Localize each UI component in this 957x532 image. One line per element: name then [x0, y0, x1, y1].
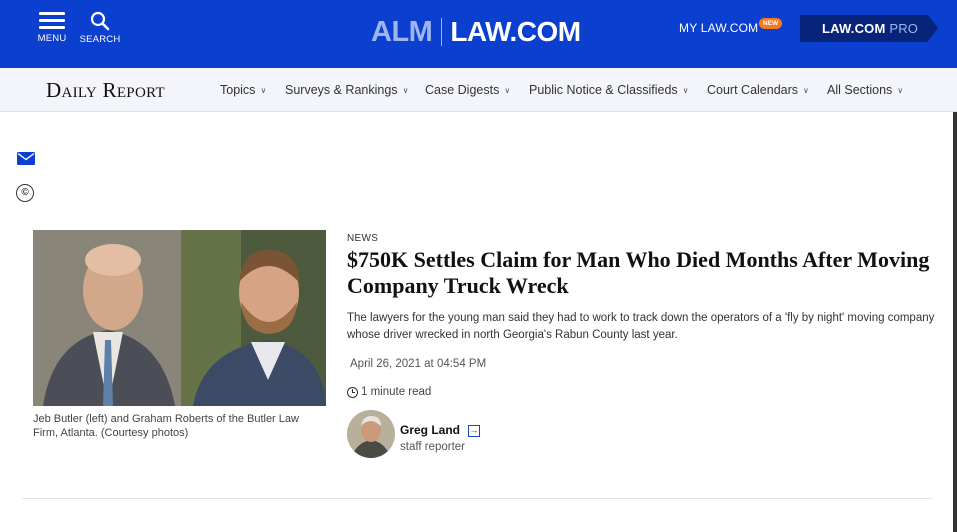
author-avatar[interactable] — [347, 410, 395, 458]
divider — [22, 498, 932, 499]
logo-separator — [441, 18, 443, 46]
nav-surveys-rankings[interactable]: Surveys & Rankings ∨ — [285, 83, 408, 97]
menu-button[interactable]: MENU — [36, 11, 68, 44]
chevron-down-icon: ∨ — [897, 86, 904, 95]
author-name[interactable]: Greg Land — [400, 423, 460, 437]
section-nav: Daily Report Topics ∨ Surveys & Rankings ∨… — [0, 68, 957, 112]
read-time-label: 1 minute read — [361, 386, 432, 398]
read-time: 1 minute read — [347, 386, 431, 398]
photo-caption: Jeb Butler (left) and Graham Roberts of … — [33, 413, 299, 439]
nav-label: Surveys & Rankings — [285, 83, 398, 97]
chevron-down-icon: ∨ — [260, 86, 267, 95]
nav-label: Case Digests — [425, 83, 500, 97]
hamburger-icon — [39, 11, 65, 30]
nav-label: Topics — [220, 83, 256, 97]
logo-law: LAW.COM — [450, 16, 581, 47]
daily-report-logo[interactable]: Daily Report — [46, 78, 165, 103]
copyright-icon[interactable]: © — [16, 184, 34, 202]
chevron-down-icon: ∨ — [803, 86, 809, 95]
law-com-pro-button[interactable]: LAW.COM PRO — [800, 15, 938, 42]
clock-icon — [347, 386, 358, 398]
logo-alm: ALM — [371, 15, 433, 48]
top-bar: MENU SEARCH ALM LAW.COM MY LAW.COM NEW L… — [0, 0, 957, 68]
article-kicker[interactable]: NEWS — [347, 233, 378, 244]
scrollbar-edge — [953, 112, 957, 532]
my-law-link[interactable]: MY LAW.COM — [679, 21, 758, 35]
nav-public-notice[interactable]: Public Notice & Classifieds ∨ — [529, 83, 689, 97]
menu-label: MENU — [37, 33, 67, 44]
article-headline[interactable]: $750K Settles Claim for Man Who Died Mon… — [347, 247, 937, 299]
nav-all-sections[interactable]: All Sections ∨ — [827, 83, 903, 97]
author-profile-arrow-icon[interactable]: → — [468, 425, 480, 437]
nav-topics[interactable]: Topics ∨ — [220, 83, 266, 97]
pro-label-main: LAW.COM — [822, 21, 886, 36]
chevron-down-icon: ∨ — [682, 86, 689, 95]
nav-label: Court Calendars — [707, 83, 799, 97]
article-summary: The lawyers for the young man said they … — [347, 312, 935, 341]
law-com-logo[interactable]: ALM LAW.COM — [371, 14, 581, 50]
article-photo[interactable] — [33, 230, 326, 406]
chevron-down-icon: ∨ — [504, 86, 511, 95]
article-date: April 26, 2021 at 04:54 PM — [350, 358, 487, 370]
new-badge: NEW — [759, 18, 783, 29]
chevron-down-icon: ∨ — [402, 86, 409, 95]
author-role: staff reporter — [400, 441, 465, 453]
nav-label: All Sections — [827, 83, 893, 97]
nav-label: Public Notice & Classifieds — [529, 83, 678, 97]
nav-court-calendars[interactable]: Court Calendars ∨ — [707, 83, 809, 97]
nav-case-digests[interactable]: Case Digests ∨ — [425, 83, 510, 97]
search-label: SEARCH — [79, 34, 121, 45]
search-button[interactable]: SEARCH — [78, 11, 122, 45]
pro-label-suffix: PRO — [889, 21, 919, 36]
search-icon — [90, 11, 110, 31]
envelope-icon[interactable] — [17, 152, 35, 170]
